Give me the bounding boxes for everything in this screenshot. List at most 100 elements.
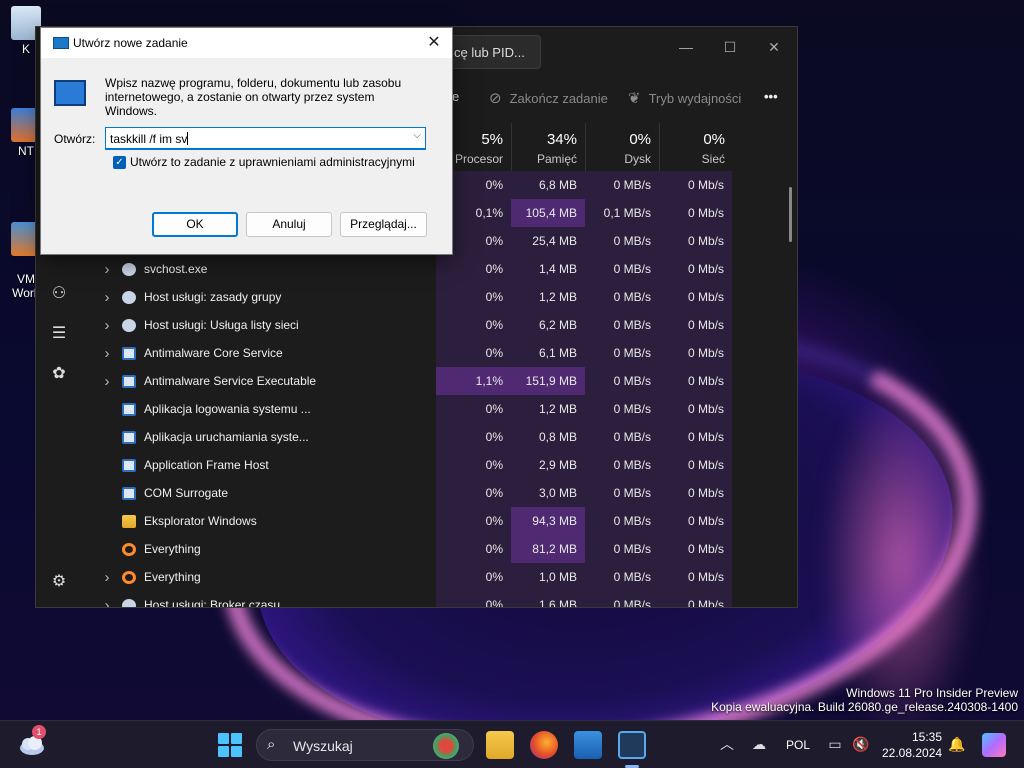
time: 15:35: [911, 730, 942, 744]
ok-button[interactable]: OK: [152, 212, 238, 237]
table-row[interactable]: › Host usługi: Broker czasu 0% 1,6 MB 0 MB/s…: [84, 591, 797, 608]
process-name-cell: Aplikacja logowania systemu ...: [84, 395, 354, 423]
expand-chevron-icon[interactable]: ›: [96, 289, 118, 306]
window-icon: [122, 402, 136, 416]
cpu-cell: 0%: [436, 395, 511, 423]
file-explorer-icon[interactable]: [486, 731, 514, 759]
window-icon: [122, 486, 136, 500]
gear-icon: [122, 318, 136, 332]
table-row[interactable]: › Host usługi: zasady grupy 0% 1,2 MB 0 MB/s…: [84, 283, 797, 311]
language-indicator[interactable]: POL: [786, 738, 810, 752]
process-name: Host usługi: zasady grupy: [144, 290, 282, 304]
process-name-cell: › svchost.exe: [84, 255, 354, 283]
disk-cell: 0 MB/s: [585, 479, 659, 507]
volume-muted-icon[interactable]: 🔇: [852, 735, 870, 753]
col-header-disk[interactable]: 0% Dysk: [585, 123, 659, 171]
process-name-cell: › Everything: [84, 563, 354, 591]
memory-cell: 151,9 MB: [511, 367, 585, 395]
window-icon: [122, 430, 136, 444]
run-icon: [53, 37, 69, 49]
run-app-icon[interactable]: [574, 731, 602, 759]
col-header-network[interactable]: 0% Sieć: [659, 123, 733, 171]
start-button[interactable]: [218, 733, 242, 757]
network-cell: 0 Mb/s: [659, 171, 732, 199]
gear-icon: [122, 290, 136, 304]
close-button[interactable]: ✕: [752, 33, 796, 61]
task-manager-taskbar-icon[interactable]: [618, 731, 646, 759]
process-name: Antimalware Service Executable: [144, 374, 317, 388]
table-row[interactable]: › Host usługi: Usługa listy sieci 0% 6,2 MB…: [84, 311, 797, 339]
taskbar-search[interactable]: ⌕ Wyszukaj: [256, 729, 474, 761]
cpu-cell: 0%: [436, 283, 511, 311]
disk-cell: 0 MB/s: [585, 507, 659, 535]
table-row[interactable]: Aplikacja logowania systemu ... 0% 1,2 MB 0…: [84, 395, 797, 423]
evaluation-watermark: Windows 11 Pro Insider Preview Kopia ewa…: [711, 686, 1018, 714]
maximize-button[interactable]: ☐: [708, 33, 752, 61]
copilot-icon[interactable]: [982, 733, 1006, 757]
cancel-button[interactable]: Anuluj: [246, 212, 332, 237]
scrollbar[interactable]: [789, 187, 792, 242]
cpu-cell: 0%: [436, 479, 511, 507]
table-row[interactable]: › Antimalware Core Service 0% 6,1 MB 0 MB/s 0…: [84, 339, 797, 367]
settings-gear-icon[interactable]: ⚙: [48, 571, 70, 593]
disk-total: 0%: [629, 131, 651, 148]
table-row[interactable]: › Antimalware Service Executable 1,1% 151,9…: [84, 367, 797, 395]
browse-button[interactable]: Przeglądaj...: [340, 212, 427, 237]
checkbox-checked-icon[interactable]: ✓: [113, 155, 126, 169]
memory-cell: 94,3 MB: [511, 507, 585, 535]
open-command-input[interactable]: taskkill /f im sv ⌵: [105, 127, 426, 150]
table-row[interactable]: › svchost.exe 0% 1,4 MB 0 MB/s 0 Mb/s: [84, 255, 797, 283]
cpu-cell: 0%: [436, 451, 511, 479]
admin-checkbox[interactable]: ✓ Utwórz to zadanie z uprawnieniami admi…: [113, 155, 415, 169]
table-row[interactable]: Aplikacja uruchamiania syste... 0% 0,8 MB 0…: [84, 423, 797, 451]
table-row[interactable]: COM Surrogate 0% 3,0 MB 0 MB/s 0 Mb/s: [84, 479, 797, 507]
network-cell: 0 Mb/s: [659, 227, 732, 255]
cpu-cell: 0%: [436, 507, 511, 535]
services-icon[interactable]: ✿: [48, 363, 70, 385]
expand-chevron-icon[interactable]: ›: [96, 261, 118, 278]
table-row[interactable]: Everything 0% 81,2 MB 0 MB/s 0 Mb/s: [84, 535, 797, 563]
expand-chevron-icon[interactable]: ›: [96, 569, 118, 586]
minimize-button[interactable]: —: [664, 33, 708, 61]
clock[interactable]: 15:35 22.08.2024: [882, 729, 942, 761]
magnifier-icon: [122, 570, 136, 584]
process-name: Application Frame Host: [144, 458, 269, 472]
search-placeholder: Wyszukaj: [293, 738, 353, 754]
memory-cell: 3,0 MB: [511, 479, 585, 507]
disk-cell: 0,1 MB/s: [585, 199, 659, 227]
table-row[interactable]: › Everything 0% 1,0 MB 0 MB/s 0 Mb/s: [84, 563, 797, 591]
cpu-cell: 0%: [436, 535, 511, 563]
table-row[interactable]: Application Frame Host 0% 2,9 MB 0 MB/s 0 Mb…: [84, 451, 797, 479]
chevron-down-icon[interactable]: ⌵: [413, 130, 421, 141]
display-icon[interactable]: ▭: [826, 735, 844, 753]
end-task-button[interactable]: ⊘ Zakończ zadanie: [489, 89, 608, 107]
network-icon[interactable]: ☁: [750, 735, 768, 753]
process-name-cell: › Host usługi: zasady grupy: [84, 283, 354, 311]
expand-chevron-icon[interactable]: ›: [96, 317, 118, 334]
dialog-close-button[interactable]: ✕: [422, 31, 446, 55]
efficiency-mode-button[interactable]: ❦ Tryb wydajności: [628, 89, 741, 107]
more-options-button[interactable]: •••: [764, 89, 778, 104]
expand-chevron-icon[interactable]: ›: [96, 597, 118, 608]
expand-chevron-icon[interactable]: ›: [96, 345, 118, 362]
process-name: Eksplorator Windows: [144, 514, 257, 528]
gear-icon: [122, 262, 136, 276]
table-row[interactable]: Eksplorator Windows 0% 94,3 MB 0 MB/s 0 Mb/s: [84, 507, 797, 535]
expand-chevron-icon[interactable]: ›: [96, 373, 118, 390]
firefox-icon[interactable]: [530, 731, 558, 759]
watermark-line1: Windows 11 Pro Insider Preview: [846, 686, 1018, 700]
details-list-icon[interactable]: ☰: [48, 323, 70, 345]
chevron-up-icon[interactable]: ︿: [718, 735, 736, 753]
memory-cell: 25,4 MB: [511, 227, 585, 255]
disk-cell: 0 MB/s: [585, 311, 659, 339]
disk-cell: 0 MB/s: [585, 171, 659, 199]
run-new-task-button[interactable]: e: [452, 89, 459, 104]
process-name: Aplikacja logowania systemu ...: [144, 402, 311, 416]
users-icon[interactable]: ⚇: [48, 283, 70, 305]
notifications-bell-icon[interactable]: 🔔: [948, 735, 966, 753]
efficiency-mode-label: Tryb wydajności: [648, 90, 742, 106]
col-header-memory[interactable]: 34% Pamięć: [511, 123, 585, 171]
cpu-cell: 0%: [436, 255, 511, 283]
process-search-box[interactable]: cę lub PID...: [441, 35, 541, 69]
gear-icon: [122, 598, 136, 607]
